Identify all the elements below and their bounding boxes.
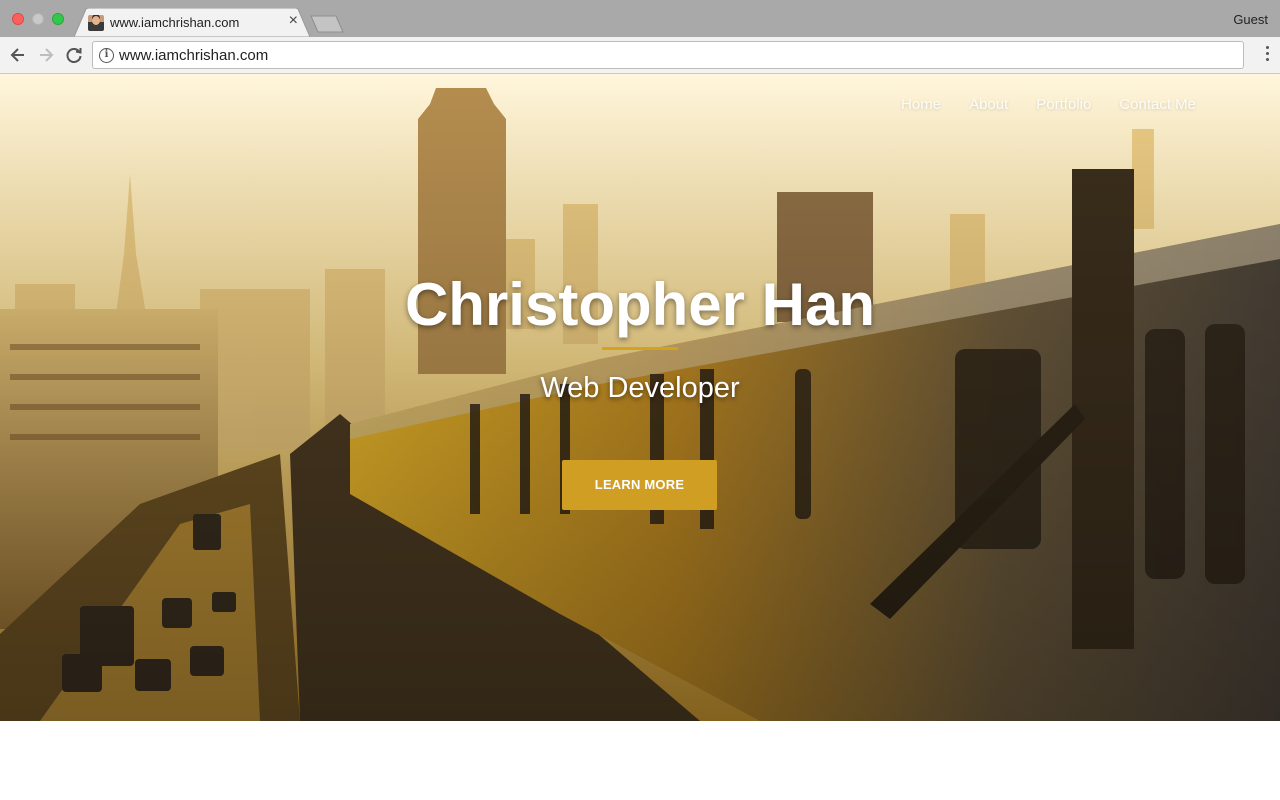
info-icon[interactable]: i	[99, 48, 114, 63]
close-icon[interactable]: ×	[289, 12, 298, 30]
window-minimize-button[interactable]	[32, 13, 44, 25]
menu-dots-icon[interactable]	[1264, 46, 1270, 64]
nav-link-home[interactable]: Home	[901, 96, 941, 113]
back-arrow-icon[interactable]	[8, 45, 28, 65]
hero-subtitle: Web Developer	[540, 372, 740, 404]
window-maximize-button[interactable]	[52, 13, 64, 25]
nav-link-about[interactable]: About	[969, 96, 1008, 113]
profile-label[interactable]: Guest	[1233, 12, 1268, 27]
tab-title: www.iamchrishan.com	[110, 15, 240, 30]
browser-tab-strip: www.iamchrishan.com × Guest	[0, 0, 1280, 37]
site-nav: Home About Portfolio Contact Me	[901, 96, 1196, 113]
hero-section: Home About Portfolio Contact Me Christop…	[0, 74, 1280, 721]
reload-icon[interactable]	[64, 45, 84, 65]
address-bar[interactable]: i www.iamchrishan.com	[92, 41, 1244, 69]
nav-link-contact[interactable]: Contact Me	[1119, 96, 1196, 113]
hero-title: Christopher Han	[404, 271, 876, 338]
hero-divider	[602, 347, 678, 350]
browser-toolbar: i www.iamchrishan.com	[0, 37, 1280, 74]
learn-more-button[interactable]: LEARN MORE	[562, 460, 717, 510]
page-content-below-hero	[0, 721, 1280, 800]
nav-link-portfolio[interactable]: Portfolio	[1036, 96, 1091, 113]
new-tab-button[interactable]	[310, 15, 344, 33]
url-text[interactable]: www.iamchrishan.com	[119, 47, 268, 64]
favicon	[88, 15, 104, 31]
forward-arrow-icon[interactable]	[36, 45, 56, 65]
browser-tab-active[interactable]: www.iamchrishan.com ×	[74, 8, 310, 37]
window-close-button[interactable]	[12, 13, 24, 25]
